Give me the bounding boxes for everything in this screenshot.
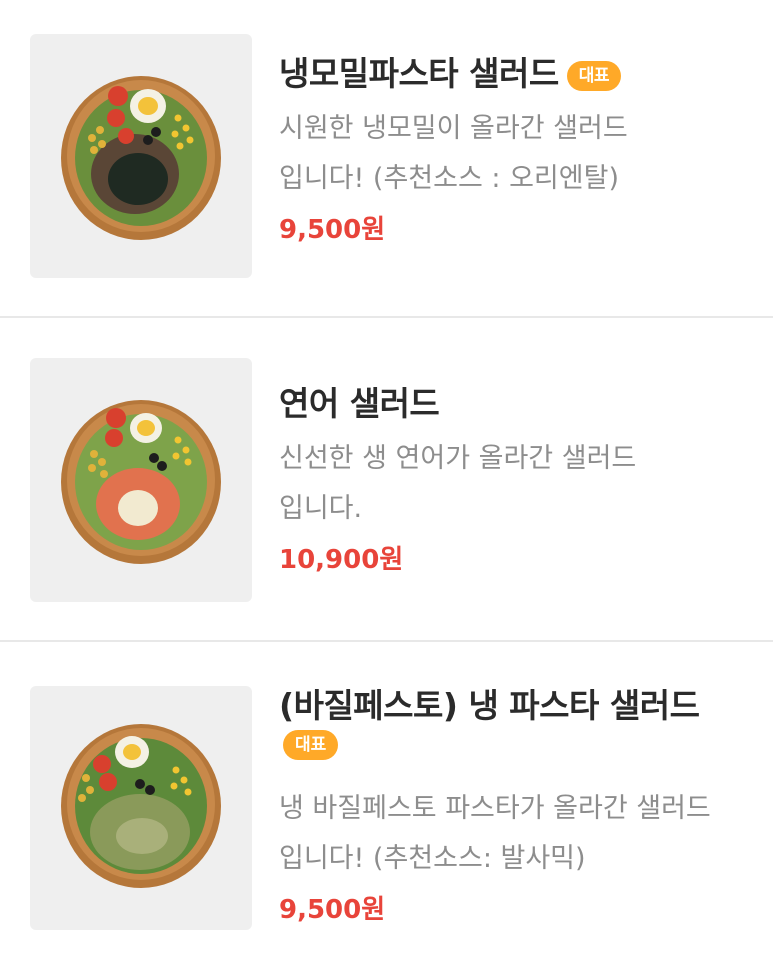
menu-item-salmon-salad[interactable]: 연어 샐러드 신선한 생 연어가 올라간 샐러드 입니다. 10,900원 xyxy=(0,318,773,642)
salad-bowl-image xyxy=(61,724,221,888)
badge-row: 대표 xyxy=(279,730,739,778)
menu-item-image[interactable] xyxy=(30,34,252,278)
salad-bowl-image xyxy=(61,400,221,564)
menu-item-price: 9,500원 xyxy=(279,895,386,925)
menu-item-basil-pesto-pasta-salad[interactable]: (바질페스토) 냉 파스타 샐러드 대표 냉 바질페스토 파스타가 올라간 샐러… xyxy=(0,642,773,970)
menu-item-name-text: 냉모밀파스타 샐러드 xyxy=(279,54,559,93)
menu-item-info: (바질페스토) 냉 파스타 샐러드 대표 냉 바질페스토 파스타가 올라간 샐러… xyxy=(279,682,739,932)
menu-list: 냉모밀파스타 샐러드 대표 시원한 냉모밀이 올라간 샐러드 입니다! (추천소스… xyxy=(0,0,773,970)
menu-item-buckwheat-pasta-salad[interactable]: 냉모밀파스타 샐러드 대표 시원한 냉모밀이 올라간 샐러드 입니다! (추천소스… xyxy=(0,0,773,318)
menu-item-price: 9,500원 xyxy=(279,215,386,245)
menu-item-description: 신선한 생 연어가 올라간 샐러드 입니다. xyxy=(279,443,637,524)
menu-item-description: 시원한 냉모밀이 올라간 샐러드 입니다! (추천소스 : 오리엔탈) xyxy=(279,113,628,194)
menu-item-price: 10,900원 xyxy=(279,545,404,575)
signature-badge: 대표 xyxy=(283,730,339,760)
menu-item-info: 연어 샐러드 신선한 생 연어가 올라간 샐러드 입니다. 10,900원 xyxy=(279,380,739,582)
signature-badge: 대표 xyxy=(566,61,622,91)
menu-item-image[interactable] xyxy=(30,358,252,602)
salad-bowl-image xyxy=(61,76,221,240)
menu-item-description: 냉 바질페스토 파스타가 올라간 샐러드 입니다! (추천소스: 발사믹) xyxy=(279,793,711,874)
menu-item-image[interactable] xyxy=(30,686,252,930)
menu-item-name: 냉모밀파스타 샐러드 대표 xyxy=(279,50,739,98)
menu-item-name: (바질페스토) 냉 파스타 샐러드 xyxy=(279,686,700,725)
menu-item-name: 연어 샐러드 xyxy=(279,384,440,423)
menu-item-info: 냉모밀파스타 샐러드 대표 시원한 냉모밀이 올라간 샐러드 입니다! (추천소스… xyxy=(279,50,739,252)
